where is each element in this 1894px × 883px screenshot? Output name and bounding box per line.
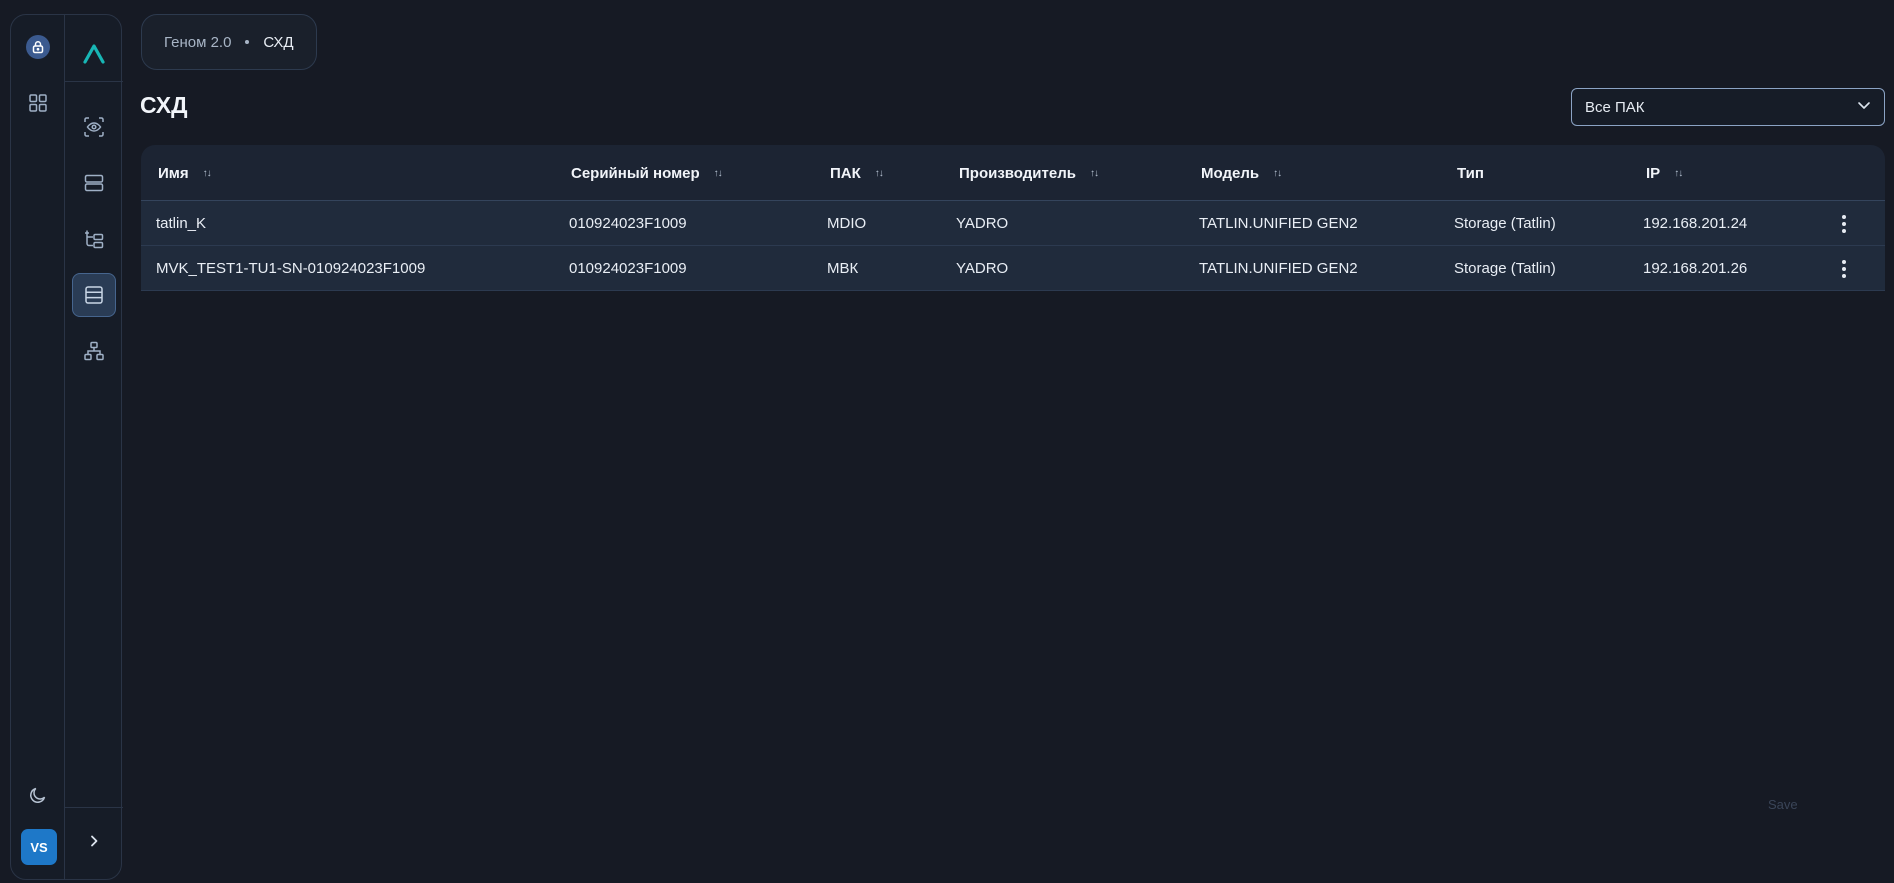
nav-network[interactable] (72, 329, 116, 373)
cell-model: TATLIN.UNIFIED GEN2 (1199, 259, 1358, 277)
expand-sidebar-button[interactable] (78, 825, 110, 857)
column-label: Серийный номер (571, 164, 700, 182)
pak-filter-value: Все ПАК (1585, 98, 1645, 116)
column-header-ip[interactable]: IP ↑↓ (1646, 145, 1683, 201)
tree-icon (83, 228, 105, 250)
breadcrumb-root[interactable]: Геном 2.0 (164, 34, 231, 51)
cell-pak: МВК (827, 259, 859, 277)
cell-model: TATLIN.UNIFIED GEN2 (1199, 214, 1358, 232)
table-row[interactable]: MVK_TEST1-TU1-SN-010924023F1009 01092402… (141, 246, 1885, 291)
row-actions-menu-icon[interactable] (1839, 213, 1849, 235)
column-label: Модель (1201, 164, 1260, 182)
cell-serial: 010924023F1009 (569, 259, 687, 277)
chevron-right-icon (87, 834, 101, 848)
column-header-type: Тип (1457, 145, 1484, 201)
column-label: Производитель (959, 164, 1076, 182)
nav-topology[interactable] (72, 217, 116, 261)
cell-serial: 010924023F1009 (569, 214, 687, 232)
side-rail: VS (10, 14, 123, 880)
storage-table: Имя ↑↓ Серийный номер ↑↓ ПАК ↑↓ Производ… (141, 145, 1885, 291)
sort-icon[interactable]: ↑↓ (875, 168, 884, 179)
server-icon (83, 172, 105, 194)
rail-divider (65, 807, 123, 808)
page-title: СХД (140, 92, 188, 118)
nav-storage[interactable] (72, 273, 116, 317)
eye-scan-icon (83, 116, 105, 138)
column-label: ПАК (830, 164, 861, 182)
sort-icon[interactable]: ↑↓ (714, 168, 723, 179)
breadcrumb: Геном 2.0 СХД (141, 14, 317, 70)
cell-type: Storage (Tatlin) (1454, 214, 1556, 232)
save-button[interactable]: Save (1768, 797, 1798, 812)
column-header-name[interactable]: Имя ↑↓ (158, 145, 212, 201)
cell-name: tatlin_K (156, 214, 207, 232)
column-header-model[interactable]: Модель ↑↓ (1201, 145, 1282, 201)
rail-nav (65, 15, 123, 879)
breadcrumb-current: СХД (263, 33, 294, 51)
cell-vendor: YADRO (956, 259, 1009, 277)
moon-icon[interactable] (24, 781, 52, 809)
breadcrumb-separator (245, 40, 250, 44)
app: VS Геном 2.0 СХД СХД Все ПАК Имя ↑↓ Сери… (0, 0, 1894, 883)
cell-vendor: YADRO (956, 214, 1009, 232)
lock-icon[interactable] (26, 35, 50, 59)
sort-icon[interactable]: ↑↓ (1090, 168, 1099, 179)
column-label: Тип (1457, 164, 1484, 182)
storage-icon (83, 284, 105, 306)
rail-global: VS (11, 15, 65, 879)
cell-ip: 192.168.201.24 (1643, 214, 1748, 232)
logo-icon[interactable] (77, 37, 111, 71)
nav-servers[interactable] (72, 161, 116, 205)
column-header-serial[interactable]: Серийный номер ↑↓ (571, 145, 723, 201)
cell-name: MVK_TEST1-TU1-SN-010924023F1009 (156, 259, 426, 277)
cell-type: Storage (Tatlin) (1454, 259, 1556, 277)
cell-pak: MDIO (827, 214, 867, 232)
cell-ip: 192.168.201.26 (1643, 259, 1748, 277)
rail-divider (65, 81, 123, 82)
column-header-pak[interactable]: ПАК ↑↓ (830, 145, 884, 201)
nav-monitoring[interactable] (72, 105, 116, 149)
chevron-down-icon (1856, 97, 1872, 117)
column-label: IP (1646, 164, 1661, 182)
column-header-vendor[interactable]: Производитель ↑↓ (959, 145, 1099, 201)
column-label: Имя (158, 164, 189, 182)
avatar[interactable]: VS (21, 829, 57, 865)
sort-icon[interactable]: ↑↓ (1674, 168, 1683, 179)
row-actions-menu-icon[interactable] (1839, 258, 1849, 280)
avatar-initials: VS (30, 839, 48, 855)
network-icon (83, 340, 105, 362)
grid-icon[interactable] (24, 89, 52, 117)
sort-icon[interactable]: ↑↓ (203, 168, 212, 179)
table-header: Имя ↑↓ Серийный номер ↑↓ ПАК ↑↓ Производ… (141, 145, 1885, 201)
pak-filter-select[interactable]: Все ПАК (1571, 88, 1885, 126)
table-row[interactable]: tatlin_K 010924023F1009 MDIO YADRO TATLI… (141, 201, 1885, 246)
sort-icon[interactable]: ↑↓ (1273, 168, 1282, 179)
